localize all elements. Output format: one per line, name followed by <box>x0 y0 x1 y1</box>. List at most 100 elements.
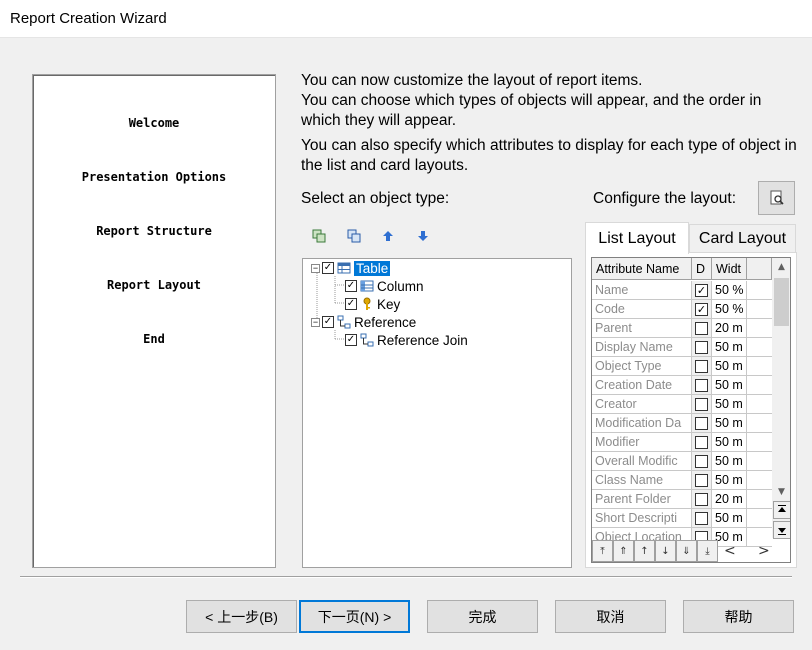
attribute-name-cell: Short Descripti <box>592 509 692 528</box>
attribute-name-cell: Code <box>592 300 692 319</box>
width-cell[interactable]: 50 m <box>712 395 747 414</box>
width-cell[interactable]: 50 m <box>712 452 747 471</box>
width-cell[interactable]: 50 m <box>712 471 747 490</box>
display-checkbox[interactable] <box>695 435 708 449</box>
attribute-name-cell: Name <box>592 281 692 300</box>
arrow-down-icon <box>418 231 428 241</box>
table-row[interactable]: Code ✓ 50 % <box>592 300 772 319</box>
empty-cell <box>747 338 772 357</box>
cancel-button[interactable]: 取消 <box>555 600 666 633</box>
display-checkbox[interactable]: ✓ <box>695 302 708 316</box>
display-checkbox[interactable] <box>695 473 708 487</box>
next-button[interactable]: 下一页(N) > <box>299 600 410 633</box>
table-row[interactable]: Overall Modific 50 m <box>592 452 772 471</box>
column-header-width[interactable]: Widt <box>712 258 747 280</box>
finish-button[interactable]: 完成 <box>427 600 538 633</box>
display-checkbox[interactable] <box>695 378 708 392</box>
table-row[interactable]: Modifier 50 m <box>592 433 772 452</box>
add-object-type-button[interactable] <box>310 227 328 245</box>
tree-item-reference-join[interactable]: ✓ Reference Join <box>345 331 468 349</box>
tree-label-reference: Reference <box>354 314 417 330</box>
empty-cell <box>747 509 772 528</box>
back-button[interactable]: < 上一步(B) <box>186 600 297 633</box>
table-row[interactable]: Class Name 50 m <box>592 471 772 490</box>
width-cell[interactable]: 50 m <box>712 376 747 395</box>
table-row[interactable]: Creator 50 m <box>592 395 772 414</box>
title-bar: Report Creation Wizard <box>0 0 812 38</box>
width-cell[interactable]: 50 m <box>712 414 747 433</box>
display-checkbox[interactable] <box>695 359 708 373</box>
move-up-row-button[interactable]: ↑ <box>634 540 655 562</box>
table-checkbox[interactable]: ✓ <box>322 262 334 274</box>
preview-icon <box>770 190 784 205</box>
step-welcome: Welcome <box>128 116 180 130</box>
move-to-top-button[interactable]: ⤒ <box>592 540 613 562</box>
page-up-button[interactable]: ⇑ <box>613 540 634 562</box>
collapse-icon[interactable]: − <box>311 317 320 327</box>
help-button[interactable]: 帮助 <box>683 600 794 633</box>
table-row[interactable]: Parent Folder 20 m <box>592 490 772 509</box>
add-items-icon <box>312 229 326 243</box>
reference-join-checkbox[interactable]: ✓ <box>345 334 357 346</box>
table-row[interactable]: Parent 20 m <box>592 319 772 338</box>
tree-item-table[interactable]: − ✓ Table <box>311 259 391 277</box>
scroll-down-icon[interactable]: ▼ <box>772 483 790 501</box>
display-checkbox[interactable] <box>695 321 708 335</box>
width-cell[interactable]: 50 m <box>712 509 747 528</box>
attribute-grid[interactable]: Attribute Name D Widt Name ✓ 50 % Code ✓ 50 %… <box>591 257 791 563</box>
scroll-thumb[interactable] <box>774 278 789 326</box>
width-cell[interactable]: 50 m <box>712 433 747 452</box>
tab-list-layout[interactable]: List Layout <box>585 222 689 254</box>
key-checkbox[interactable]: ✓ <box>345 298 357 310</box>
move-up-button[interactable] <box>379 227 397 245</box>
grid-vertical-scrollbar[interactable]: ▲ ▼ <box>772 258 790 538</box>
scroll-up-icon[interactable]: ▲ <box>772 258 790 276</box>
arrow-up-bar-icon <box>778 505 786 512</box>
table-row[interactable]: Modification Da 50 m <box>592 414 772 433</box>
attribute-name-cell: Modifier <box>592 433 692 452</box>
display-checkbox[interactable]: ✓ <box>695 283 708 297</box>
table-row[interactable]: Name ✓ 50 % <box>592 281 772 300</box>
scroll-right-icon[interactable]: > <box>758 543 770 559</box>
tab-card-layout[interactable]: Card Layout <box>689 224 796 252</box>
arrow-top-icon: ⤒ <box>600 545 605 557</box>
preview-button[interactable] <box>758 181 795 215</box>
display-checkbox[interactable] <box>695 492 708 506</box>
display-checkbox[interactable] <box>695 454 708 468</box>
move-down-row-button[interactable]: ↓ <box>655 540 676 562</box>
column-header-attribute-name[interactable]: Attribute Name <box>592 258 692 280</box>
object-type-tree[interactable]: − ✓ Table ✓ Column ✓ Key − ✓ Reference ✓… <box>302 258 572 568</box>
table-row[interactable]: Creation Date 50 m <box>592 376 772 395</box>
width-cell[interactable]: 20 m <box>712 319 747 338</box>
table-row[interactable]: Object Type 50 m <box>592 357 772 376</box>
move-down-button[interactable] <box>414 227 432 245</box>
column-checkbox[interactable]: ✓ <box>345 280 357 292</box>
display-checkbox[interactable] <box>695 511 708 525</box>
width-cell[interactable]: 50 % <box>712 281 747 300</box>
display-checkbox[interactable] <box>695 340 708 354</box>
table-row[interactable]: Display Name 50 m <box>592 338 772 357</box>
attribute-name-cell: Creator <box>592 395 692 414</box>
width-cell[interactable]: 50 m <box>712 338 747 357</box>
move-to-bottom-button[interactable]: ⤓ <box>697 540 718 562</box>
copy-object-type-button[interactable] <box>345 227 363 245</box>
column-header-d[interactable]: D <box>692 258 712 280</box>
tree-item-reference[interactable]: − ✓ Reference <box>311 313 416 331</box>
tree-label-reference-join: Reference Join <box>377 332 468 348</box>
display-checkbox[interactable] <box>695 416 708 430</box>
move-row-bottom-side-button[interactable] <box>773 521 790 539</box>
width-cell[interactable]: 20 m <box>712 490 747 509</box>
display-checkbox[interactable] <box>695 397 708 411</box>
attribute-name-cell: Overall Modific <box>592 452 692 471</box>
width-cell[interactable]: 50 m <box>712 357 747 376</box>
empty-cell <box>747 376 772 395</box>
width-cell[interactable]: 50 % <box>712 300 747 319</box>
tree-item-key[interactable]: ✓ Key <box>345 295 400 313</box>
collapse-icon[interactable]: − <box>311 263 320 273</box>
scroll-left-icon[interactable]: < <box>724 543 736 559</box>
page-down-button[interactable]: ⇓ <box>676 540 697 562</box>
reference-checkbox[interactable]: ✓ <box>322 316 334 328</box>
tree-item-column[interactable]: ✓ Column <box>345 277 424 295</box>
move-row-top-side-button[interactable] <box>773 501 790 519</box>
table-row[interactable]: Short Descripti 50 m <box>592 509 772 528</box>
